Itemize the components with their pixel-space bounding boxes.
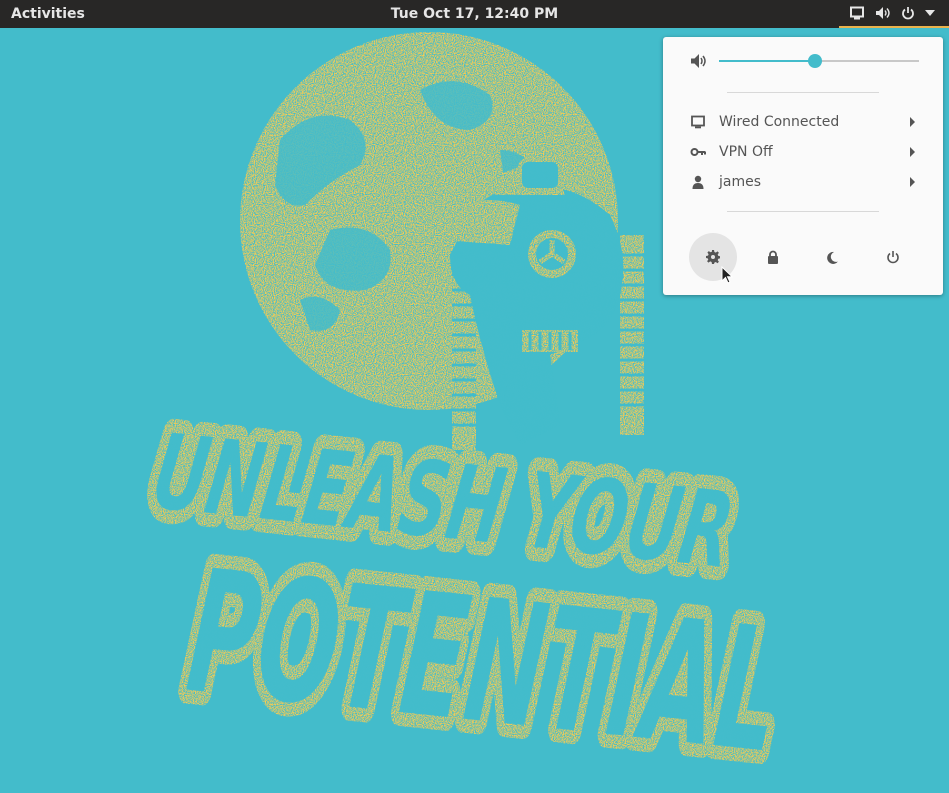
submenu-arrow-icon xyxy=(910,147,915,157)
menu-item-vpn[interactable]: VPN Off xyxy=(663,137,943,167)
menu-separator xyxy=(727,211,879,212)
system-tray[interactable] xyxy=(839,0,949,28)
menu-item-user[interactable]: james xyxy=(663,167,943,197)
chevron-down-icon xyxy=(925,10,935,16)
clock-button[interactable]: Tue Oct 17, 12:40 PM xyxy=(391,6,558,22)
menu-item-label: Wired Connected xyxy=(719,114,840,130)
menu-separator xyxy=(727,92,879,93)
speaker-icon xyxy=(876,7,890,19)
system-menu: Wired Connected VPN Off james xyxy=(663,37,943,295)
lock-icon xyxy=(768,250,778,264)
volume-slider[interactable] xyxy=(719,54,919,68)
clock-container: Tue Oct 17, 12:40 PM xyxy=(0,5,949,23)
moon-icon xyxy=(827,251,838,264)
menu-item-label: VPN Off xyxy=(719,144,773,160)
top-bar: Activities Tue Oct 17, 12:40 PM xyxy=(0,0,949,28)
menu-item-wired[interactable]: Wired Connected xyxy=(663,107,943,137)
power-icon xyxy=(902,7,914,20)
user-icon xyxy=(692,175,704,189)
lock-button[interactable] xyxy=(749,233,797,281)
volume-slider-handle[interactable] xyxy=(808,54,822,68)
settings-icon xyxy=(706,250,720,264)
display-icon xyxy=(691,115,705,129)
activities-button[interactable]: Activities xyxy=(11,5,85,23)
display-icon xyxy=(850,6,864,20)
submenu-arrow-icon xyxy=(910,117,915,127)
key-icon xyxy=(690,148,706,156)
menu-item-label: james xyxy=(719,174,762,190)
speaker-icon xyxy=(691,54,706,68)
suspend-button[interactable] xyxy=(809,233,857,281)
power-icon xyxy=(887,251,899,264)
volume-slider-fill xyxy=(719,60,815,62)
power-off-button[interactable] xyxy=(869,233,917,281)
submenu-arrow-icon xyxy=(910,177,915,187)
mouse-pointer-icon xyxy=(721,266,733,284)
